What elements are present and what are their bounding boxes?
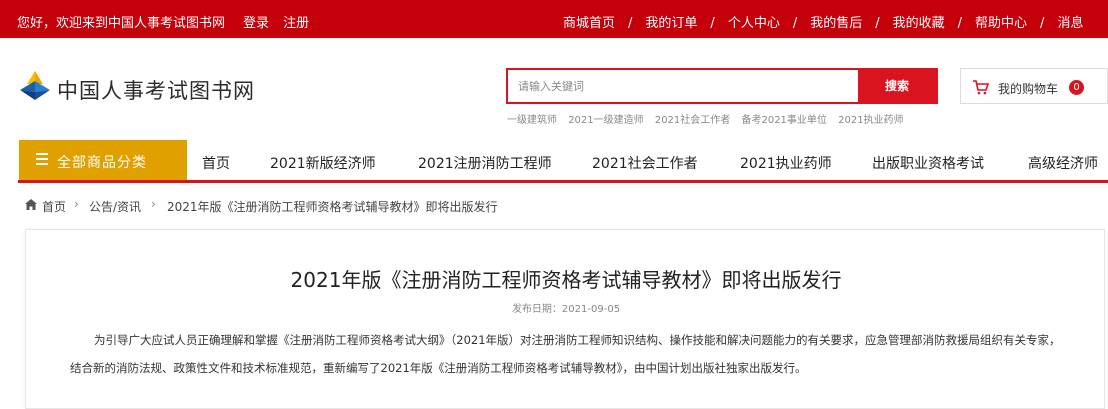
breadcrumb-news[interactable]: 公告/资讯 bbox=[89, 198, 141, 215]
cart-label: 我的购物车 bbox=[998, 82, 1059, 96]
logo-mark-icon bbox=[20, 71, 50, 100]
search-box: 搜索 bbox=[506, 68, 938, 104]
separator: / bbox=[1040, 16, 1045, 31]
hot-keyword[interactable]: 2021社会工作者 bbox=[655, 115, 730, 126]
menu-icon bbox=[36, 153, 48, 168]
auth-links: 登录 注册 bbox=[243, 12, 319, 31]
mall-home-link[interactable]: 商城首页 bbox=[563, 16, 615, 31]
logo-text: 中国人事考试图书网 bbox=[57, 79, 255, 103]
help-center-link[interactable]: 帮助中心 bbox=[975, 16, 1027, 31]
hot-keyword[interactable]: 一级建筑师 bbox=[507, 115, 557, 126]
all-categories-button[interactable]: 全部商品分类 bbox=[19, 140, 187, 180]
separator: / bbox=[628, 16, 633, 31]
nav-item-home[interactable]: 首页 bbox=[202, 153, 230, 173]
hot-keyword[interactable]: 备考2021事业单位 bbox=[741, 115, 826, 126]
cart-count-badge: 0 bbox=[1069, 80, 1084, 95]
article-date: 发布日期：2021-09-05 bbox=[511, 304, 621, 315]
cart-icon bbox=[973, 80, 989, 95]
cart-button[interactable]: 我的购物车 0 bbox=[960, 68, 1108, 104]
separator: / bbox=[792, 16, 798, 31]
search-button[interactable]: 搜索 bbox=[858, 70, 936, 102]
messages-link[interactable]: 消息 bbox=[1057, 16, 1083, 31]
hot-keyword[interactable]: 2021执业药师 bbox=[838, 115, 903, 126]
article-title: 2021年版《注册消防工程师资格考试辅导教材》即将出版发行 bbox=[290, 268, 842, 292]
hot-keywords: 一级建筑师 2021一级建造师 2021社会工作者 备考2021事业单位 202… bbox=[507, 111, 912, 126]
article-paragraph: 为引导广大应试人员正确理解和掌握《注册消防工程师资格考试大纲》（2021年版）对… bbox=[70, 333, 1061, 375]
nav-item-senior-economist[interactable]: 高级经济师 bbox=[1028, 153, 1098, 173]
breadcrumb-separator: › bbox=[151, 197, 156, 211]
top-bar: 您好，欢迎来到中国人事考试图书网 登录 注册 商城首页 / 我的订单 / 个人中心 / 我的… bbox=[0, 0, 1108, 38]
main-nav: 全部商品分类 首页 2021新版经济师 2021注册消防工程师 2021社会工作… bbox=[0, 140, 1108, 184]
after-sales-link[interactable]: 我的售后 bbox=[810, 16, 862, 31]
article-card: 2021年版《注册消防工程师资格考试辅导教材》即将出版发行 发布日期：2021-… bbox=[25, 229, 1105, 409]
breadcrumb-home[interactable]: 首页 bbox=[42, 198, 66, 215]
separator: / bbox=[957, 16, 963, 31]
user-center-link[interactable]: 个人中心 bbox=[728, 16, 780, 31]
favorites-link[interactable]: 我的收藏 bbox=[893, 16, 945, 31]
separator: / bbox=[875, 16, 880, 31]
category-label: 全部商品分类 bbox=[57, 155, 147, 171]
breadcrumb-separator: › bbox=[74, 197, 79, 211]
login-link[interactable]: 登录 bbox=[243, 16, 269, 31]
search-input[interactable] bbox=[508, 70, 860, 102]
nav-item-pharmacist[interactable]: 2021执业药师 bbox=[740, 153, 832, 173]
nav-underline bbox=[18, 180, 1108, 183]
register-link[interactable]: 注册 bbox=[283, 16, 309, 31]
my-orders-link[interactable]: 我的订单 bbox=[645, 16, 697, 31]
home-icon bbox=[25, 199, 37, 210]
nav-item-economist[interactable]: 2021新版经济师 bbox=[270, 153, 376, 173]
hot-keyword[interactable]: 2021一级建造师 bbox=[568, 115, 643, 126]
nav-item-fire-engineer[interactable]: 2021注册消防工程师 bbox=[418, 153, 552, 173]
separator: / bbox=[710, 16, 715, 31]
top-nav-links: 商城首页 / 我的订单 / 个人中心 / 我的售后 / 我的收藏 / 帮助中心 / 消息 bbox=[563, 12, 1083, 31]
breadcrumb-current: 2021年版《注册消防工程师资格考试辅导教材》即将出版发行 bbox=[167, 200, 498, 214]
nav-item-publishing-qualification[interactable]: 出版职业资格考试 bbox=[872, 153, 984, 173]
welcome-text: 您好，欢迎来到中国人事考试图书网 bbox=[17, 16, 226, 31]
nav-item-social-worker[interactable]: 2021社会工作者 bbox=[592, 153, 698, 173]
